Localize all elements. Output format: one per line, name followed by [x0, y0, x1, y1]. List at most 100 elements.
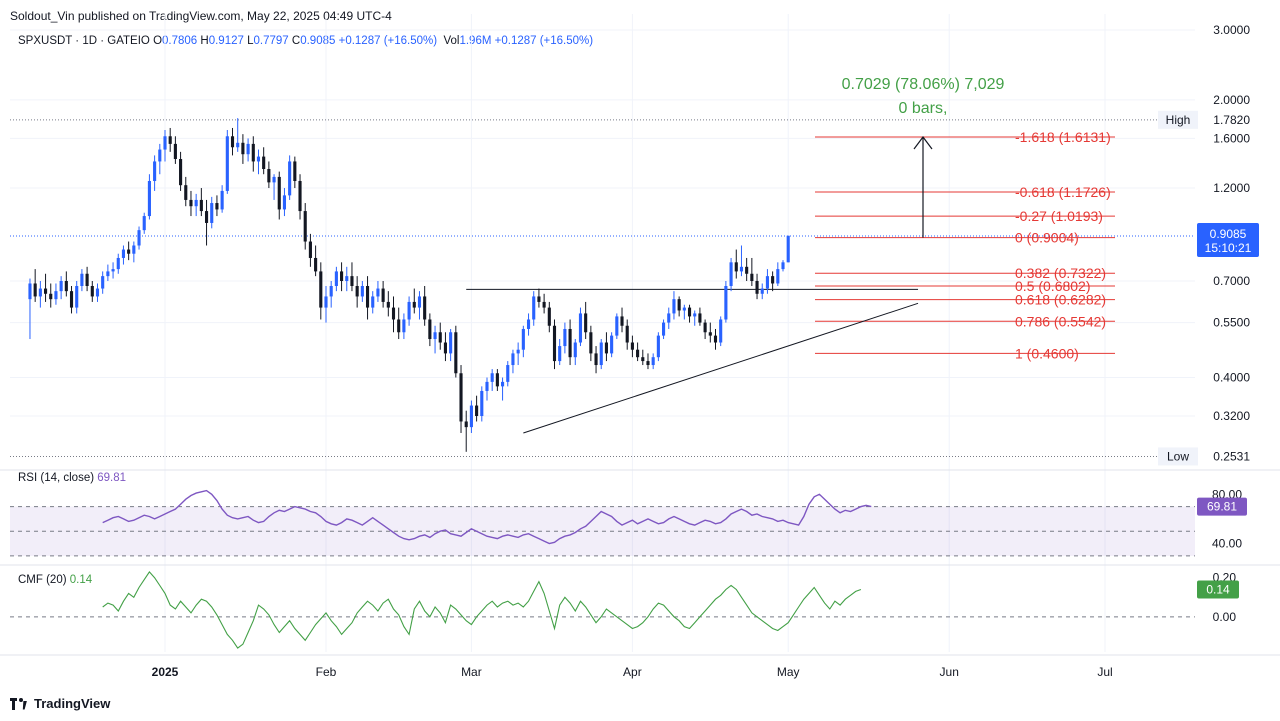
candle-body	[636, 349, 640, 358]
candle	[776, 262, 780, 286]
candle-body	[168, 136, 172, 144]
candle	[568, 319, 572, 366]
candle-body	[225, 136, 229, 191]
candle-body	[179, 159, 183, 186]
candle	[552, 319, 557, 370]
candle-body	[251, 143, 255, 162]
cmf-tick-label: 0.00	[1213, 610, 1237, 624]
candle-body	[682, 307, 686, 311]
candle-body	[630, 342, 634, 350]
candle-body	[329, 285, 333, 297]
candle	[90, 280, 94, 302]
chart-canvas[interactable]: -1.618 (1.6131) -0.618 (1.1726) -0.27 (1.0…	[0, 0, 1280, 721]
candle-body	[495, 373, 499, 387]
fib-level-label: 0.618 (0.6282)	[1015, 292, 1106, 308]
candle-body	[360, 285, 364, 297]
candle-body	[412, 301, 416, 308]
candle	[267, 161, 271, 189]
candle	[558, 339, 562, 366]
tradingview-footer[interactable]: TradingView	[10, 696, 110, 711]
candle	[38, 280, 42, 308]
candle	[625, 319, 629, 350]
candle	[199, 188, 203, 217]
candle-body	[724, 285, 728, 320]
rsi-label: RSI (14, close)	[18, 472, 95, 484]
candle	[495, 369, 499, 391]
cmf-line	[102, 571, 862, 649]
candle	[469, 400, 473, 433]
candle	[277, 171, 281, 220]
candle	[573, 339, 577, 366]
candle-body	[563, 328, 567, 347]
candle	[210, 196, 214, 229]
candle-body	[625, 325, 629, 343]
candle-body	[184, 185, 188, 200]
candle-body	[594, 353, 598, 366]
candle-body	[282, 195, 287, 210]
candle-body	[755, 280, 759, 294]
candle-body	[59, 280, 63, 292]
candle	[230, 127, 235, 156]
candle-body	[490, 373, 494, 382]
candle-body	[532, 296, 536, 320]
candle-body	[54, 291, 58, 300]
candle-body	[615, 316, 619, 336]
candle-body	[189, 199, 193, 207]
candle-body	[64, 280, 68, 292]
candle-body	[687, 307, 692, 317]
candle-body	[267, 169, 271, 183]
candle	[682, 304, 686, 320]
candle-body	[397, 319, 401, 333]
candle-body	[220, 190, 224, 210]
last-price-value: 0.9085	[1210, 227, 1247, 241]
candle	[163, 130, 167, 162]
candle-body	[75, 285, 79, 308]
candle-body	[210, 203, 214, 223]
measure-label-2: 0 bars,	[899, 100, 948, 117]
x-tick-label: Apr	[623, 665, 642, 679]
rsi-pane[interactable]	[10, 489, 1195, 557]
candle	[745, 257, 749, 281]
candle-body	[521, 328, 525, 350]
candle-body	[319, 271, 323, 308]
candle	[173, 136, 177, 164]
candle-body	[236, 142, 240, 148]
low-label: Low	[1167, 449, 1189, 463]
candle	[137, 226, 141, 250]
candle-body	[173, 143, 177, 160]
candle	[610, 332, 614, 358]
price-pane[interactable]: -1.618 (1.6131) -0.618 (1.1726) -0.27 (1.0…	[10, 76, 1195, 457]
candle	[511, 349, 515, 374]
candle-body	[578, 313, 583, 343]
candle	[641, 349, 645, 366]
candle-body	[443, 342, 447, 354]
candle	[360, 280, 364, 302]
candle-body	[485, 381, 489, 391]
candle-body	[677, 299, 681, 311]
candle-body	[589, 332, 593, 354]
candle	[672, 291, 676, 320]
candle-body	[127, 249, 131, 254]
candle	[729, 257, 733, 292]
candle-body	[314, 257, 318, 272]
candle	[532, 291, 536, 326]
cmf-pane[interactable]	[10, 571, 1195, 649]
candle-body	[147, 180, 151, 217]
candle-body	[90, 285, 94, 297]
candle-body	[215, 203, 219, 210]
candle	[168, 127, 172, 152]
candle	[578, 307, 583, 347]
cmf-legend[interactable]: CMF (20) 0.14	[18, 574, 92, 586]
candle-body	[449, 332, 453, 354]
candle-body	[672, 299, 676, 314]
candle	[204, 199, 209, 246]
candle	[85, 266, 89, 292]
candle-body	[573, 342, 577, 358]
x-tick-label: May	[777, 665, 800, 679]
candle-body	[33, 283, 37, 297]
candle	[386, 291, 390, 317]
candle	[376, 280, 380, 302]
rsi-legend[interactable]: RSI (14, close) 69.81	[18, 472, 126, 484]
candle	[402, 313, 406, 340]
candle	[75, 280, 79, 314]
